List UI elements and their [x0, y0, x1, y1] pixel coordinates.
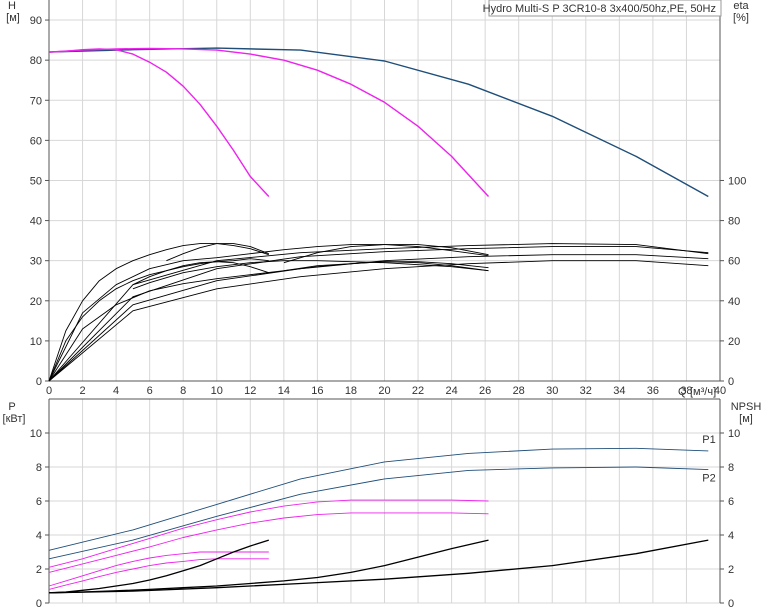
efficiency-curve: [48, 260, 709, 382]
efficiency-curve: [48, 246, 709, 382]
x-tick-label: 32: [580, 385, 592, 397]
x-tick-label: 24: [445, 385, 457, 397]
x-tick-label: 8: [180, 385, 186, 397]
npsh-tick-label: 0: [728, 598, 734, 610]
p-tick-label: 4: [36, 530, 42, 542]
h-tick-label: 0: [36, 376, 42, 388]
efficiency-curve: [283, 244, 489, 264]
eta-tick-label: 40: [728, 296, 740, 308]
x-tick-label: 16: [311, 385, 323, 397]
npsh-tick-label: 4: [728, 530, 734, 542]
x-axis-label: Q: [678, 386, 687, 398]
eta-tick-label: 0: [728, 376, 734, 388]
x-tick-label: 0: [46, 385, 52, 397]
chart-title: Hydro Multi-S P 3CR10-8 3x400/50hz,PE, 5…: [483, 3, 716, 15]
power-curve: [48, 499, 489, 568]
p-axis-unit: [кВт]: [3, 413, 26, 425]
efficiency-curve: [48, 254, 709, 382]
pump-performance-chart: 0 2 4 6 8 10 12 14 16 18 20 22 24 26 28 30 32 34 36 38 40010…: [3, 0, 762, 610]
x-tick-label: 2: [79, 385, 85, 397]
efficiency-curve: [48, 243, 709, 382]
chart-title-box: Hydro Multi-S P 3CR10-8 3x400/50hz,PE, 5…: [483, 0, 722, 17]
x-tick-label: 30: [546, 385, 558, 397]
p-tick-label: 6: [36, 496, 42, 508]
x-tick-label: 10: [211, 385, 223, 397]
p-tick-label: 10: [30, 428, 42, 440]
x-tick-label: 28: [513, 385, 525, 397]
p-tick-label: 2: [36, 564, 42, 576]
x-tick-label: 34: [613, 385, 625, 397]
eta-tick-label: 20: [728, 336, 740, 348]
power-curve: [48, 512, 489, 573]
npsh-tick-label: 10: [728, 428, 740, 440]
eta-axis-label: eta: [733, 0, 749, 12]
eta-axis-unit: [%]: [733, 12, 749, 24]
head-curve: [48, 47, 490, 197]
h-axis-unit: [м]: [6, 12, 20, 24]
x-tick-label: 18: [345, 385, 357, 397]
chart-curves: [48, 47, 709, 594]
x-tick-label: 12: [244, 385, 256, 397]
h-axis-label: H: [8, 0, 16, 12]
h-tick-label: 10: [30, 336, 42, 348]
x-tick-label: 20: [378, 385, 390, 397]
npsh-tick-label: 2: [728, 564, 734, 576]
npsh-tick-label: 8: [728, 462, 734, 474]
p-axis-label: P: [8, 401, 15, 413]
h-tick-label: 30: [30, 256, 42, 268]
x-tick-label: 36: [647, 385, 659, 397]
series-label: P1: [702, 434, 715, 446]
eta-tick-label: 100: [728, 175, 746, 187]
npsh-axis-label: NPSH: [731, 401, 762, 413]
p-tick-label: 8: [36, 462, 42, 474]
h-tick-label: 90: [30, 15, 42, 27]
h-tick-label: 60: [30, 135, 42, 147]
series-label: P2: [702, 473, 715, 485]
eta-tick-label: 80: [728, 216, 740, 228]
h-tick-label: 70: [30, 95, 42, 107]
h-tick-label: 50: [30, 175, 42, 187]
x-tick-label: 22: [412, 385, 424, 397]
npsh-tick-label: 6: [728, 496, 734, 508]
h-tick-label: 20: [30, 296, 42, 308]
x-tick-label: 6: [147, 385, 153, 397]
x-tick-label: 14: [278, 385, 290, 397]
head-curve: [48, 48, 270, 197]
npsh-axis-unit: [м]: [739, 413, 753, 425]
h-tick-label: 40: [30, 216, 42, 228]
eta-tick-label: 60: [728, 256, 740, 268]
x-tick-label: 4: [113, 385, 119, 397]
p-tick-label: 0: [36, 598, 42, 610]
x-axis-unit: [м³/ч]: [690, 386, 716, 398]
h-tick-label: 80: [30, 55, 42, 67]
head-curve: [48, 47, 709, 198]
x-tick-label: 26: [479, 385, 491, 397]
